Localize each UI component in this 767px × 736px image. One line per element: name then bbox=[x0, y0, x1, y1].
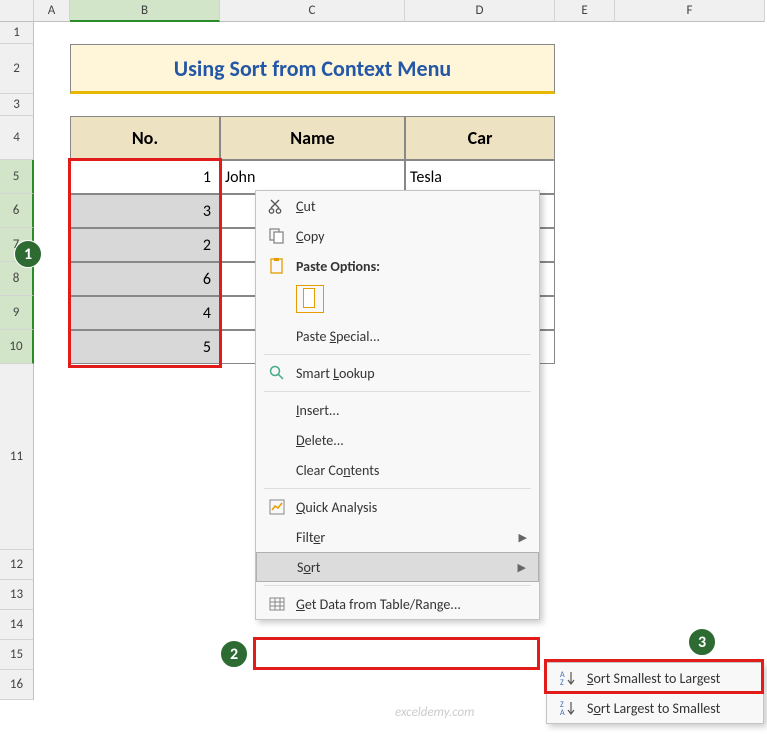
cell-b6[interactable]: 3 bbox=[70, 194, 220, 228]
cell-b5[interactable]: 1 bbox=[70, 160, 220, 194]
ctx-paste-special-label: Paste Special... bbox=[296, 328, 380, 345]
paste-default-icon[interactable] bbox=[296, 285, 324, 313]
row-header-16[interactable]: 16 bbox=[0, 670, 34, 700]
badge-2: 2 bbox=[220, 640, 248, 668]
sort-submenu: AZ Sort Smallest to Largest ZA Sort Larg… bbox=[546, 662, 764, 724]
row-header-13[interactable]: 13 bbox=[0, 580, 34, 610]
context-menu: CCutut Copy Paste Options: Paste Special… bbox=[255, 190, 540, 620]
ctx-sort[interactable]: Sort ▶ bbox=[256, 552, 539, 582]
row-header-11[interactable]: 11 bbox=[0, 364, 34, 550]
ctx-clear[interactable]: Clear Contents bbox=[256, 455, 539, 485]
ctx-clear-label: Clear Contents bbox=[296, 462, 379, 479]
row-header-10[interactable]: 10 bbox=[0, 330, 34, 364]
ctx-filter-label: Filter bbox=[296, 529, 325, 546]
highlight-sort bbox=[253, 637, 540, 670]
col-header-C[interactable]: C bbox=[220, 0, 405, 22]
col-header-F[interactable]: F bbox=[615, 0, 765, 22]
row-header-4[interactable]: 4 bbox=[0, 116, 34, 160]
row-header-2[interactable]: 2 bbox=[0, 44, 34, 94]
row-header-5[interactable]: 5 bbox=[0, 160, 34, 194]
row-header-3[interactable]: 3 bbox=[0, 94, 34, 116]
col-header-E[interactable]: E bbox=[555, 0, 615, 22]
col-header-A[interactable]: A bbox=[34, 0, 70, 22]
row-header-14[interactable]: 14 bbox=[0, 610, 34, 640]
chevron-right-icon: ▶ bbox=[518, 561, 526, 574]
ctx-paste-special[interactable]: Paste Special... bbox=[256, 321, 539, 351]
sort-largest-to-smallest[interactable]: ZA Sort Largest to Smallest bbox=[547, 693, 763, 723]
sort-asc-icon: AZ bbox=[555, 668, 581, 688]
paste-option-row bbox=[256, 281, 539, 321]
ctx-delete[interactable]: Delete... bbox=[256, 425, 539, 455]
ctx-quick-analysis[interactable]: Quick Analysis bbox=[256, 492, 539, 522]
cell-d5[interactable]: Tesla bbox=[405, 160, 555, 194]
copy-icon bbox=[264, 226, 290, 246]
ctx-insert[interactable]: Insert... bbox=[256, 395, 539, 425]
ctx-quick-label: Quick Analysis bbox=[296, 499, 377, 516]
ctx-smart-lookup-label: Smart Lookup bbox=[296, 365, 375, 382]
title-cell: Using Sort from Context Menu bbox=[70, 44, 555, 94]
row-header-9[interactable]: 9 bbox=[0, 296, 34, 330]
ctx-paste-opt-label: Paste Options: bbox=[296, 258, 380, 275]
cell-b8[interactable]: 6 bbox=[70, 262, 220, 296]
scissors-icon bbox=[264, 196, 290, 216]
ctx-copy[interactable]: Copy bbox=[256, 221, 539, 251]
ctx-filter[interactable]: Filter ▶ bbox=[256, 522, 539, 552]
header-no: No. bbox=[70, 116, 220, 160]
ctx-sort-label: Sort bbox=[297, 559, 320, 576]
cell-c5[interactable]: John bbox=[220, 160, 405, 194]
ctx-insert-label: Insert... bbox=[296, 402, 340, 419]
table-icon bbox=[264, 594, 290, 614]
ctx-paste-options: Paste Options: bbox=[256, 251, 539, 281]
sort-desc-label: Sort Largest to Smallest bbox=[587, 700, 720, 717]
clipboard-icon bbox=[264, 256, 290, 276]
badge-3: 3 bbox=[688, 628, 716, 656]
cell-b10[interactable]: 5 bbox=[70, 330, 220, 364]
row-header-1[interactable]: 1 bbox=[0, 22, 34, 44]
ctx-get-data[interactable]: Get Data from Table/Range... bbox=[256, 589, 539, 619]
col-header-corner[interactable] bbox=[0, 0, 34, 22]
col-header-B[interactable]: B bbox=[70, 0, 220, 22]
chevron-right-icon: ▶ bbox=[519, 531, 527, 544]
quick-analysis-icon bbox=[264, 497, 290, 517]
row-header-15[interactable]: 15 bbox=[0, 640, 34, 670]
row-header-12[interactable]: 12 bbox=[0, 550, 34, 580]
ctx-cut[interactable]: CCutut bbox=[256, 191, 539, 221]
row-header-6[interactable]: 6 bbox=[0, 194, 34, 228]
header-car: Car bbox=[405, 116, 555, 160]
ctx-smart-lookup[interactable]: Smart Lookup bbox=[256, 358, 539, 388]
svg-text:Z: Z bbox=[560, 678, 564, 687]
svg-text:A: A bbox=[560, 708, 565, 717]
sort-smallest-to-largest[interactable]: AZ Sort Smallest to Largest bbox=[547, 663, 763, 693]
col-header-D[interactable]: D bbox=[405, 0, 555, 22]
ctx-delete-label: Delete... bbox=[296, 432, 344, 449]
watermark: exceldemy.com bbox=[395, 705, 474, 720]
cell-b9[interactable]: 4 bbox=[70, 296, 220, 330]
ctx-cut-label: CCutut bbox=[296, 198, 316, 215]
cell-b7[interactable]: 2 bbox=[70, 228, 220, 262]
search-icon bbox=[264, 363, 290, 383]
ctx-copy-label: Copy bbox=[296, 228, 324, 245]
ctx-getdata-label: Get Data from Table/Range... bbox=[296, 596, 461, 613]
header-name: Name bbox=[220, 116, 405, 160]
badge-1: 1 bbox=[14, 240, 42, 268]
sort-asc-label: Sort Smallest to Largest bbox=[587, 670, 720, 687]
sort-desc-icon: ZA bbox=[555, 698, 581, 718]
